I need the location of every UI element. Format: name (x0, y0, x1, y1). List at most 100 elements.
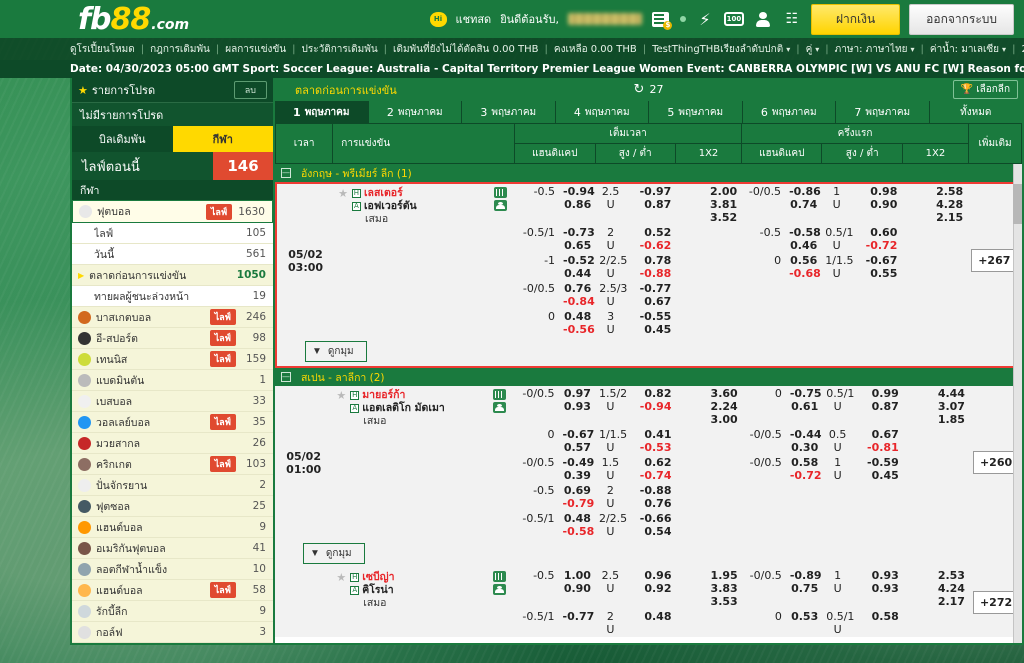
sidebar-sport-item[interactable]: ฟุตบอลไลฟ์1630 (72, 200, 273, 223)
odds-cell[interactable]: 0.67-0.81 (853, 427, 903, 455)
odds-1x2-cell[interactable]: 1.953.833.53 (675, 568, 741, 609)
odds-cell[interactable]: 1.000.90 (559, 568, 595, 609)
odds-cell[interactable]: -0.770.67 (626, 281, 675, 309)
odds-cell[interactable]: 0.48-0.56 (559, 309, 595, 337)
odds-1x2-cell[interactable] (901, 281, 967, 309)
odds-1x2-cell[interactable] (675, 225, 741, 253)
odds-cell[interactable]: -0.77 (559, 609, 595, 637)
match-teams[interactable]: ★Hเลสเตอร์Aเอฟเวอร์ตันเสมอ (334, 184, 515, 337)
tab-bet-slip[interactable]: บิลเดิมพัน (72, 126, 173, 152)
odds-cell[interactable]: -0.520.44 (559, 253, 595, 281)
sidebar-sport-item[interactable]: ฟุตซอล25 (72, 496, 273, 517)
sidebar-sport-item[interactable]: วันนี้561 (72, 244, 273, 265)
odds-cell[interactable]: 0.980.90 (852, 184, 901, 225)
odds-cell[interactable]: -0.940.86 (559, 184, 595, 225)
nav-odds-pair[interactable]: คู่ (806, 42, 813, 57)
odds-cell[interactable]: -0.550.45 (626, 309, 675, 337)
odds-1x2-cell[interactable] (675, 281, 741, 309)
odds-cell[interactable]: -0.730.65 (559, 225, 595, 253)
nav-link-rules[interactable]: กฎการเดิมพัน (150, 42, 210, 57)
odds-cell[interactable]: 0.60-0.72 (852, 225, 901, 253)
match-teams[interactable]: ★Hมายอร์ก้าAแอตเลติโก มัดเมาเสมอ (332, 386, 514, 539)
favorite-star-icon[interactable]: ★ (338, 187, 348, 200)
sidebar-sport-item[interactable]: แฮนด์บอล9 (72, 517, 273, 538)
odds-cell[interactable] (853, 511, 903, 539)
sidebar-sport-item[interactable]: วอลเลย์บอลไลฟ์35 (72, 412, 273, 433)
odds-1x2-cell[interactable]: 2.003.813.52 (675, 184, 741, 225)
deposit-button[interactable]: ฝากเงิน (811, 4, 900, 35)
odds-cell[interactable] (785, 309, 821, 337)
scrollbar-thumb[interactable] (1013, 184, 1022, 224)
odds-1x2-cell[interactable] (675, 511, 741, 539)
odds-cell[interactable] (852, 309, 901, 337)
odds-1x2-cell[interactable] (675, 309, 741, 337)
nav-link-account[interactable]: TestThingTHB (652, 44, 720, 55)
nav-link-results[interactable]: ผลการแข่งขัน (225, 42, 286, 57)
sidebar-sport-item[interactable]: มวยสากล26 (72, 433, 273, 454)
odds-1x2-cell[interactable]: 2.534.242.17 (903, 568, 969, 609)
odds-cell[interactable]: 0.56-0.68 (785, 253, 821, 281)
date-tab[interactable]: 7พฤษภาคม (836, 101, 930, 123)
nav-link-unsettled[interactable]: เดิมพันที่ยังไม่ได้ตัดสิน 0.00 THB (393, 42, 538, 57)
odds-cell[interactable]: -0.590.45 (853, 455, 903, 483)
nav-link-balance[interactable]: คงเหลือ 0.00 THB (554, 42, 637, 57)
odds-cell[interactable]: 0.52-0.62 (626, 225, 675, 253)
list-icon[interactable]: ☷ (782, 10, 802, 28)
odds-cell[interactable]: 0.970.93 (559, 386, 595, 427)
sidebar-sport-item[interactable]: แฮนด์บอลไลฟ์58 (72, 580, 273, 601)
sidebar-sport-item[interactable]: บาสเกตบอลไลฟ์246 (72, 307, 273, 328)
favorite-star-icon[interactable]: ★ (336, 571, 346, 584)
nav-link-euro-mode[interactable]: ดูโรเปี้ยนโหมด (70, 42, 135, 57)
sidebar-sport-item[interactable]: ลอตกีฬาน้ำแข็ง10 (72, 559, 273, 580)
odds-cell[interactable]: 0.76-0.84 (559, 281, 595, 309)
nav-sort-order[interactable]: เรียงลำดับปกติ (720, 42, 783, 57)
live-now-row[interactable]: ไลฟ์ตอนนี้ 146 (72, 152, 273, 180)
sidebar-sport-item[interactable]: เทนนิสไลฟ์159 (72, 349, 273, 370)
odds-cell[interactable]: -0.670.57 (559, 427, 595, 455)
favorites-delete-button[interactable]: ลบ (234, 81, 267, 99)
bolt-icon[interactable]: ⚡ (695, 10, 715, 28)
live-stream-icon[interactable] (493, 571, 506, 582)
odds-1x2-cell[interactable] (901, 253, 967, 281)
odds-1x2-cell[interactable] (903, 511, 969, 539)
sidebar-sport-item[interactable]: ▶ตลาดก่อนการแข่งขัน1050 (72, 265, 273, 286)
odds-cell[interactable]: -0.440.30 (786, 427, 822, 455)
date-tab[interactable]: 4พฤษภาคม (556, 101, 650, 123)
odds-cell[interactable]: 0.48-0.58 (559, 511, 595, 539)
date-tab[interactable]: 1พฤษภาคม (275, 101, 369, 123)
league-header[interactable]: —อังกฤษ - พรีเมียร์ ลีก (1) (275, 164, 1022, 182)
odds-cell[interactable]: 0.960.92 (626, 568, 676, 609)
odds-cell[interactable] (852, 281, 901, 309)
odds-cell[interactable] (785, 281, 821, 309)
odds-cell[interactable] (786, 511, 822, 539)
sidebar-sport-item[interactable]: คริกเกตไลฟ์103 (72, 454, 273, 475)
odds-1x2-cell[interactable] (675, 483, 741, 511)
odds-cell[interactable]: 0.62-0.74 (626, 455, 676, 483)
date-tab[interactable]: 3พฤษภาคม (462, 101, 556, 123)
main-scrollbar[interactable] (1013, 164, 1022, 643)
odds-cell[interactable] (853, 483, 903, 511)
odds-1x2-cell[interactable]: 2.584.282.15 (901, 184, 967, 225)
odds-cell[interactable]: -0.660.54 (626, 511, 676, 539)
nav-language[interactable]: ภาษา: ภาษาไทย (835, 42, 908, 57)
show-more-button[interactable]: ▼ดูกมุม (303, 543, 365, 564)
odds-cell[interactable]: 0.58 (853, 609, 903, 637)
favorite-star-icon[interactable]: ★ (336, 389, 346, 402)
bill-icon[interactable] (651, 10, 671, 28)
date-tab[interactable]: ทั้งหมด (930, 101, 1023, 123)
sidebar-sport-item[interactable]: เบสบอล33 (72, 391, 273, 412)
stats-icon[interactable] (493, 584, 506, 595)
chat-label[interactable]: แชทสด (456, 10, 492, 28)
odds-1x2-cell[interactable]: 3.602.243.00 (675, 386, 741, 427)
sidebar-sport-item[interactable]: ทายผลผู้ชนะล่วงหน้า19 (72, 286, 273, 307)
odds-cell[interactable]: -0.490.39 (559, 455, 595, 483)
odds-cell[interactable]: 0.53 (786, 609, 822, 637)
odds-cell[interactable]: 0.930.93 (853, 568, 903, 609)
select-league-button[interactable]: 🏆 เลือกลีก (953, 80, 1018, 99)
sidebar-sport-item[interactable]: กอล์ฟ3 (72, 622, 273, 643)
odds-1x2-cell[interactable] (675, 253, 741, 281)
odds-cell[interactable]: -0.880.76 (626, 483, 676, 511)
sidebar-sport-item[interactable]: อี-สปอร์ตไลฟ์98 (72, 328, 273, 349)
odds-cell[interactable]: 0.82-0.94 (626, 386, 676, 427)
odds-1x2-cell[interactable]: 4.443.071.85 (903, 386, 969, 427)
